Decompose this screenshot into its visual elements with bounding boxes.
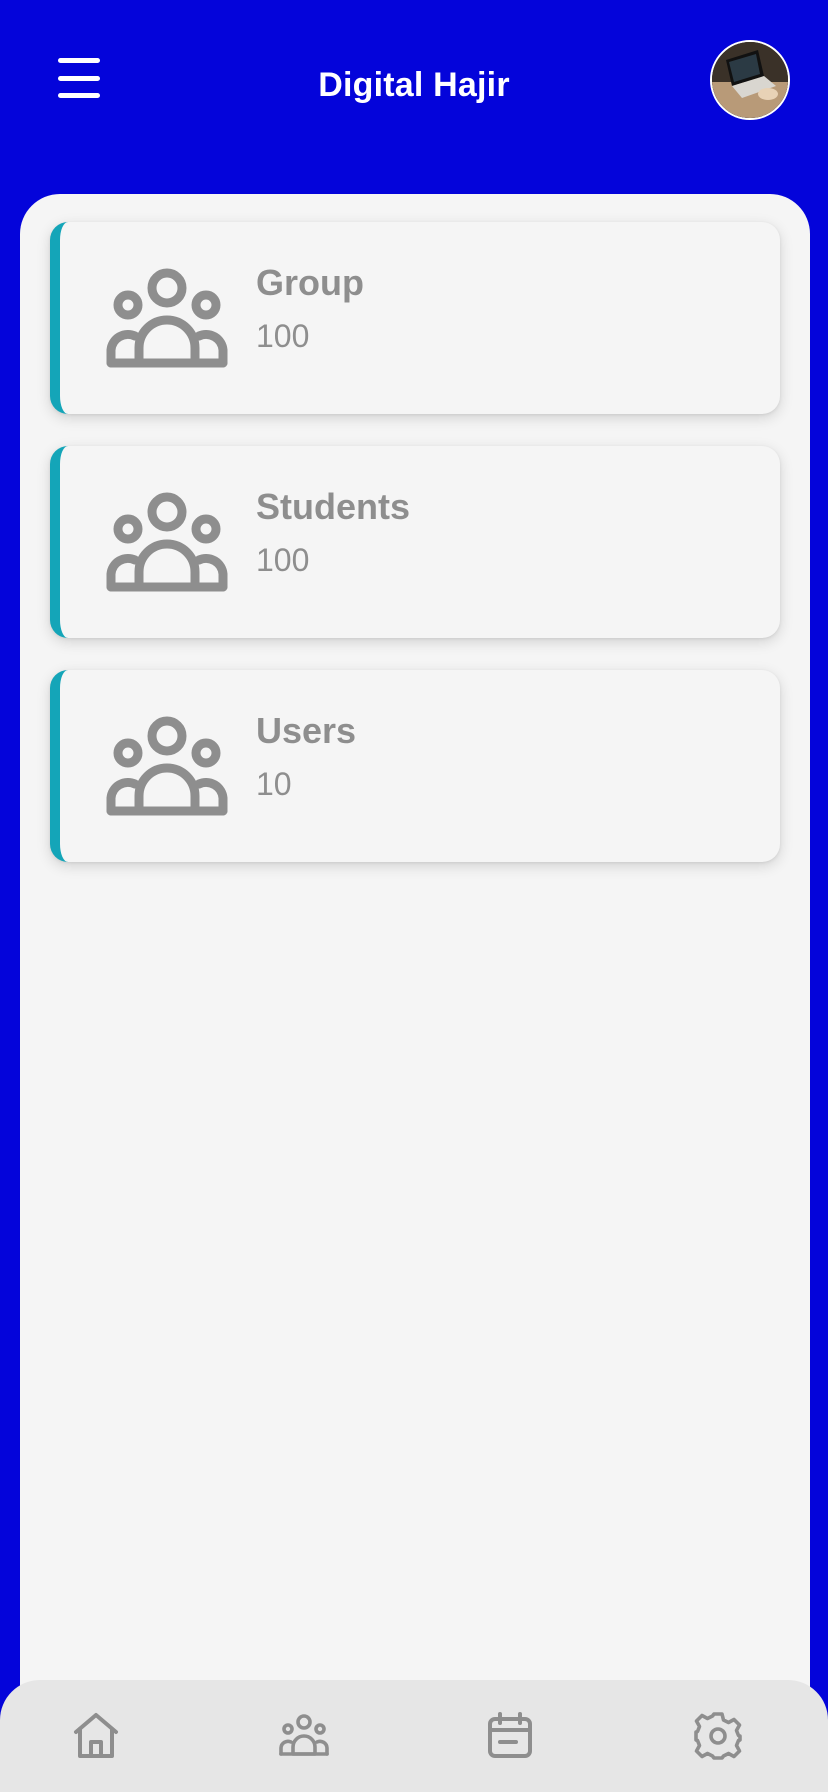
settings-gear-icon[interactable] <box>692 1710 744 1762</box>
app-screen: Digital Hajir Group 100 Students 100 Use… <box>0 0 828 1792</box>
card-label: Group <box>256 262 364 303</box>
app-title: Digital Hajir <box>318 66 510 104</box>
profile-avatar[interactable] <box>710 40 790 120</box>
home-icon[interactable] <box>70 1710 122 1762</box>
app-header: Digital Hajir <box>0 0 828 190</box>
group-card[interactable]: Group 100 <box>50 222 780 414</box>
users-card[interactable]: Users 10 <box>50 670 780 862</box>
bottom-navigation <box>0 1680 828 1792</box>
students-card[interactable]: Students 100 <box>50 446 780 638</box>
card-label: Students <box>256 486 411 527</box>
people-group-icon[interactable] <box>278 1710 330 1762</box>
card-label: Users <box>256 710 357 751</box>
calendar-icon[interactable] <box>484 1710 536 1762</box>
card-count: 100 <box>256 318 310 354</box>
dashboard-panel: Group 100 Students 100 Users 10 <box>20 194 810 1714</box>
people-group-icon <box>106 268 228 368</box>
people-group-icon <box>106 716 228 816</box>
card-count: 100 <box>256 542 310 578</box>
people-group-icon <box>106 492 228 592</box>
card-count: 10 <box>256 766 292 802</box>
